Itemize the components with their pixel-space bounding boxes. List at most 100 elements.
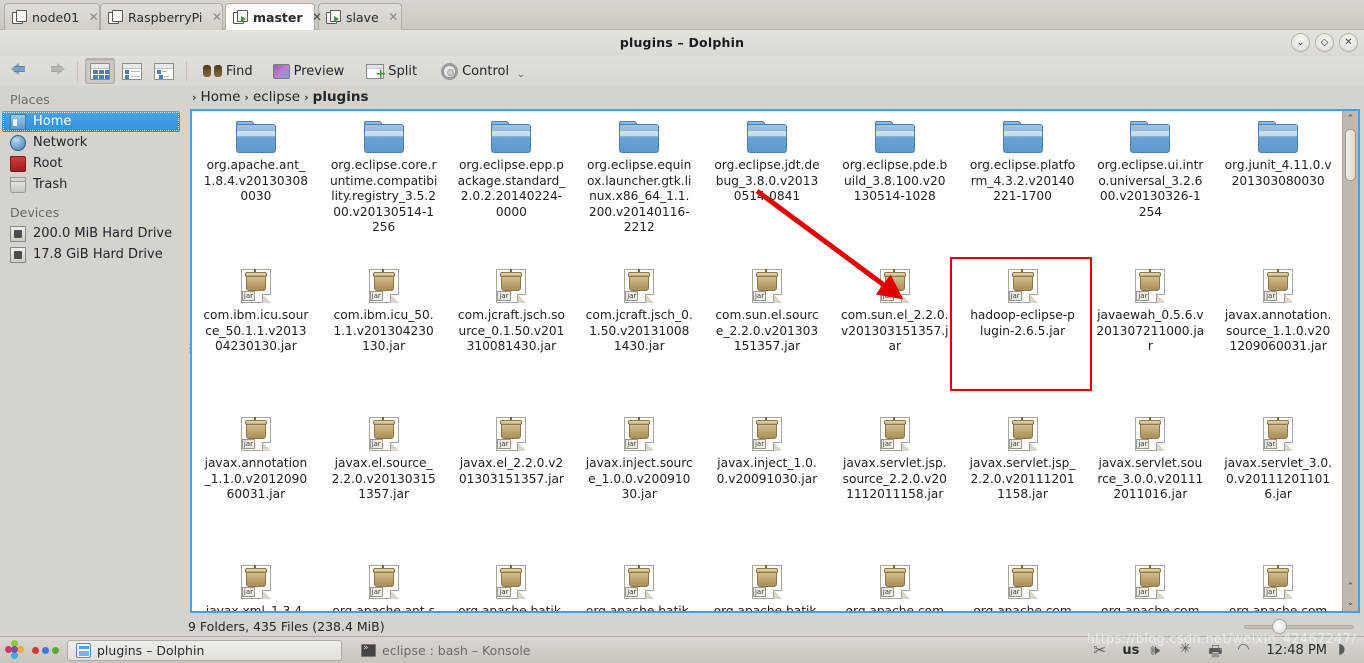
file-item[interactable]: jar org.apache.batik.css_1.6.0.: [448, 561, 576, 613]
dolphin-icon: [76, 642, 91, 658]
sidebar-item-trash[interactable]: Trash: [0, 174, 183, 195]
zoom-slider-handle[interactable]: [1272, 619, 1287, 634]
bluetooth-icon[interactable]: ✳: [1179, 641, 1197, 659]
file-item[interactable]: jar javax.el.source_2.2.0.v201303151357.j…: [320, 413, 448, 561]
folder-item[interactable]: org.junit_4.11.0.v201303080030: [1214, 117, 1342, 265]
breadcrumb-item-plugins[interactable]: plugins: [309, 89, 373, 105]
file-name-label: com.jcraft.jsch_0.1.50.v201310081430.jar: [585, 308, 693, 353]
sidebar-item-device-17gib[interactable]: 17.8 GiB Hard Drive: [0, 244, 183, 265]
control-button[interactable]: Control ⌄: [436, 58, 530, 84]
file-item[interactable]: jar javax.servlet.source_3.0.0.v201112011…: [1086, 413, 1214, 561]
scroll-down-button[interactable]: ⌄: [1343, 595, 1358, 611]
file-item[interactable]: jar javax.el_2.2.0.v201303151357.jar: [448, 413, 576, 561]
jar-file-icon: jar: [240, 417, 271, 451]
scroll-up-button-bottom[interactable]: ⌃: [1343, 579, 1358, 595]
vertical-scrollbar[interactable]: ⌃ ⌃ ⌄: [1342, 111, 1358, 611]
breadcrumb[interactable]: › Home › eclipse › plugins: [190, 86, 1364, 108]
file-item[interactable]: jar com.ibm.icu_50.1.1.v201304230130.jar: [320, 265, 448, 413]
file-item[interactable]: jar org.apache.commons.: [831, 561, 959, 611]
sidebar-item-network[interactable]: Network: [0, 132, 183, 153]
sidebar-item-device-200mib[interactable]: 200.0 MiB Hard Drive: [0, 223, 183, 244]
file-name-label: org.apache.batik.css_1.6.0.: [458, 604, 565, 613]
forward-button[interactable]: [39, 58, 70, 84]
tab-close-icon[interactable]: ✕: [387, 11, 400, 24]
folder-item[interactable]: org.eclipse.ui.intro.universal_3.2.600.v…: [1086, 117, 1214, 265]
back-arrow-icon: [11, 61, 32, 82]
tab-raspberrypi[interactable]: RaspberryPi ✕: [100, 3, 223, 30]
binoculars-icon: [203, 64, 222, 78]
breadcrumb-item-home[interactable]: Home: [197, 89, 245, 105]
file-item[interactable]: jar javax.servlet.jsp_2.2.0.v201112011158…: [959, 413, 1087, 561]
file-item[interactable]: jar javax.annotation.source_1.1.0.v201209…: [1214, 265, 1342, 413]
file-item[interactable]: jar com.jcraft.jsch_0.1.50.v201310081430.…: [575, 265, 703, 413]
clock[interactable]: 12:48 PM: [1266, 643, 1327, 658]
jar-file-icon: jar: [751, 269, 782, 303]
tab-close-icon[interactable]: ✕: [87, 11, 100, 24]
tab-node01[interactable]: node01 ✕: [4, 3, 100, 30]
activity-dots-icon[interactable]: [32, 646, 59, 654]
folder-item[interactable]: org.eclipse.pde.build_3.8.100.v20130514-…: [831, 117, 959, 265]
printer-icon[interactable]: 🖶: [1208, 641, 1226, 660]
file-item[interactable]: jar javax.servlet.jsp.source_2.2.0.v20111…: [831, 413, 959, 561]
network-icon[interactable]: ◠: [1237, 641, 1255, 659]
folder-item[interactable]: org.eclipse.core.runtime.compatibility.r…: [320, 117, 448, 265]
sidebar-item-home[interactable]: Home: [2, 111, 180, 132]
keyboard-layout-indicator[interactable]: us: [1122, 643, 1139, 658]
tab-close-icon[interactable]: ✕: [210, 11, 223, 24]
scroll-up-button[interactable]: ⌃: [1343, 111, 1358, 127]
file-item[interactable]: jar javax.annotation_1.1.0.v201209060031.…: [192, 413, 320, 561]
taskbar-item-konsole[interactable]: eclipse : bash – Konsole: [352, 640, 540, 661]
sidebar-item-label: Root: [33, 156, 63, 171]
file-item[interactable]: jar javaewah_0.5.6.v201307211000.jar: [1086, 265, 1214, 413]
file-item[interactable]: jar javax.servlet_3.0.0.v201112011016.jar: [1214, 413, 1342, 561]
folder-item[interactable]: org.eclipse.platform_4.3.2.v20140221-170…: [959, 117, 1087, 265]
file-item[interactable]: jar org.apache.commons.: [959, 561, 1087, 611]
file-item[interactable]: jar org.apache.commons.: [1086, 561, 1214, 611]
file-item[interactable]: jar javax.inject_1.0.0.v20091030.jar: [703, 413, 831, 561]
chevron-down-icon[interactable]: ⌄: [517, 70, 525, 80]
file-item[interactable]: jar com.sun.el_2.2.0.v201303151357.jar: [831, 265, 959, 413]
details-view-button[interactable]: [149, 58, 179, 84]
file-item[interactable]: jar com.sun.el.source_2.2.0.v201303151357…: [703, 265, 831, 413]
tab-slave[interactable]: slave ✕: [318, 3, 402, 30]
file-item[interactable]: jar javax.xml_1.3.4.: [192, 561, 320, 611]
file-item[interactable]: jar org.apache.batik.util_1.6.0.: [703, 561, 831, 611]
show-desktop-icon[interactable]: ◗: [1338, 641, 1356, 659]
file-item[interactable]: jar hadoop-eclipse-plugin-2.6.5.jar: [959, 265, 1087, 413]
compact-view-button[interactable]: [117, 58, 147, 84]
find-button[interactable]: Find: [198, 58, 258, 84]
tab-master[interactable]: master ✕: [225, 3, 322, 30]
zoom-slider[interactable]: [1244, 618, 1354, 635]
application-launcher-icon[interactable]: [5, 640, 25, 660]
split-button[interactable]: + Split: [361, 58, 422, 84]
icons-view-icon: [90, 62, 110, 80]
sidebar-item-root[interactable]: Root: [0, 153, 183, 174]
tab-close-icon[interactable]: ✕: [311, 11, 324, 24]
file-view[interactable]: org.apache.ant_1.8.4.v201303080030 org.ec…: [190, 109, 1360, 613]
file-item[interactable]: jar org.apache.ant.source_1.8.4.: [320, 561, 448, 611]
icons-view-button[interactable]: [85, 58, 115, 84]
main-toolbar: Find Preview + Split Control ⌄: [0, 56, 1364, 86]
folder-item[interactable]: org.eclipse.jdt.debug_3.8.0.v20130514-08…: [703, 117, 831, 265]
back-button[interactable]: [6, 58, 37, 84]
file-item[interactable]: jar javax.inject.source_1.0.0.v20091030.j…: [575, 413, 703, 561]
home-icon: [10, 113, 26, 130]
file-item[interactable]: jar org.apache.commons.: [1214, 561, 1342, 611]
breadcrumb-item-eclipse[interactable]: eclipse: [249, 89, 304, 105]
scrollbar-thumb[interactable]: [1345, 129, 1356, 181]
taskbar-item-dolphin[interactable]: plugins – Dolphin: [67, 639, 342, 661]
klipper-icon[interactable]: ✂: [1093, 641, 1111, 659]
volume-icon[interactable]: 🕪: [1150, 641, 1168, 659]
folder-item[interactable]: org.apache.ant_1.8.4.v201303080030: [192, 117, 320, 265]
preview-button[interactable]: Preview: [268, 58, 350, 84]
folder-icon: [235, 121, 276, 153]
keep-above-button[interactable]: ◇: [1315, 33, 1334, 52]
panel-splitter[interactable]: [183, 86, 196, 618]
file-item[interactable]: jar com.ibm.icu.source_50.1.1.v2013042301…: [192, 265, 320, 413]
close-button[interactable]: ✕: [1339, 33, 1358, 52]
file-item[interactable]: jar org.apache.batik.util.gui_1.: [575, 561, 703, 611]
folder-item[interactable]: org.eclipse.epp.package.standard_2.0.2.2…: [448, 117, 576, 265]
file-item[interactable]: jar com.jcraft.jsch.source_0.1.50.v201310…: [448, 265, 576, 413]
folder-item[interactable]: org.eclipse.equinox.launcher.gtk.linux.x…: [575, 117, 703, 265]
shade-button[interactable]: ⌄: [1291, 33, 1310, 52]
